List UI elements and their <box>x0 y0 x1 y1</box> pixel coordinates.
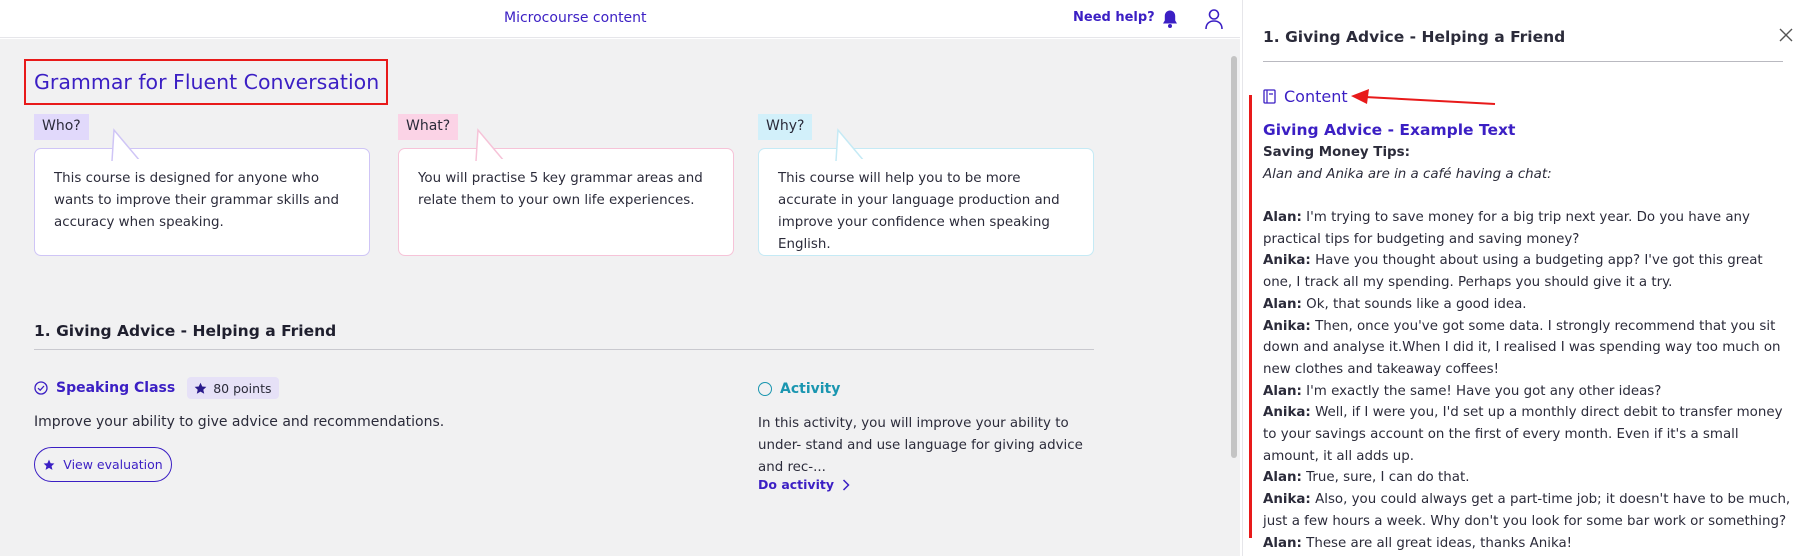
dialogue-line: Alan: Ok, that sounds like a good idea. <box>1263 294 1793 316</box>
main-scrollbar[interactable] <box>1228 48 1238 458</box>
who-card-box: This course is designed for anyone who w… <box>34 148 370 256</box>
check-circle-icon <box>34 381 48 395</box>
do-activity-label: Do activity <box>758 477 834 492</box>
speaking-class-description: Improve your ability to give advice and … <box>34 414 445 430</box>
star-icon <box>194 382 207 394</box>
content-label: Content <box>1284 87 1348 106</box>
speaker-name: Alan: <box>1263 296 1302 312</box>
why-card-text: This course will help you to be more acc… <box>778 171 1060 252</box>
microcourse-content-title: Microcourse content <box>504 10 647 26</box>
activity-link[interactable]: Activity <box>780 381 840 397</box>
content-panel: 1. Giving Advice - Helping a Friend Cont… <box>1242 0 1800 556</box>
view-evaluation-button[interactable]: View evaluation <box>34 447 172 482</box>
speaker-name: Alan: <box>1263 470 1302 486</box>
speech-pointer <box>835 128 865 162</box>
speech-pointer <box>475 128 505 162</box>
section-divider <box>34 349 1094 350</box>
why-card-box: This course will help you to be more acc… <box>758 148 1094 256</box>
dialogue-text: I'm trying to save money for a big trip … <box>1263 210 1750 247</box>
dialogue-line: Alan: I'm trying to save money for a big… <box>1263 207 1793 250</box>
who-card-text: This course is designed for anyone who w… <box>54 171 339 230</box>
dialogue-text: Have you thought about using a budgeting… <box>1263 253 1763 291</box>
what-card-box: You will practise 5 key grammar areas an… <box>398 148 734 256</box>
chevron-right-icon <box>842 478 850 491</box>
need-help-link[interactable]: Need help? <box>1073 10 1155 25</box>
speaker-name: Alan: <box>1263 535 1302 551</box>
do-activity-link[interactable]: Do activity <box>758 477 850 492</box>
dialogue-line: Anika: Also, you could always get a part… <box>1263 489 1793 532</box>
example-title: Giving Advice - Example Text <box>1263 121 1516 139</box>
speaker-name: Alan: <box>1263 383 1302 399</box>
dialogue-line: Anika: Have you thought about using a bu… <box>1263 250 1793 293</box>
dialogue-line: Anika: Well, if I were you, I'd set up a… <box>1263 402 1793 467</box>
dialogue-line: Alan: I'm exactly the same! Have you got… <box>1263 381 1793 403</box>
speech-pointer <box>111 128 141 162</box>
dialogue-line: Anika: Then, once you've got some data. … <box>1263 316 1793 381</box>
close-icon[interactable] <box>1779 28 1793 42</box>
dialogue: Alan: I'm trying to save money for a big… <box>1263 207 1793 554</box>
example-subtitle: Saving Money Tips: <box>1263 145 1410 160</box>
what-tag: What? <box>398 114 459 140</box>
course-title: Grammar for Fluent Conversation <box>24 59 388 105</box>
dialogue-text: Also, you could always get a part-time j… <box>1263 492 1791 529</box>
speaker-name: Anika: <box>1263 253 1311 269</box>
dialogue-text: These are all great ideas, thanks Anika! <box>1306 535 1573 551</box>
speaking-class-link[interactable]: Speaking Class <box>56 380 175 396</box>
dialogue-text: I'm exactly the same! Have you got any o… <box>1306 383 1662 399</box>
points-value: 80 points <box>213 380 272 396</box>
bell-icon[interactable] <box>1161 9 1179 29</box>
activity-row: Activity <box>758 379 840 399</box>
content-heading: Content <box>1263 87 1348 106</box>
panel-title: 1. Giving Advice - Helping a Friend <box>1263 28 1566 46</box>
star-icon <box>43 459 55 470</box>
book-icon <box>1263 89 1276 104</box>
dialogue-text: Ok, that sounds like a good idea. <box>1306 296 1527 312</box>
view-evaluation-label: View evaluation <box>63 457 163 472</box>
dialogue-line: Alan: True, sure, I can do that. <box>1263 467 1793 489</box>
panel-divider <box>1263 61 1783 62</box>
speaking-class-row: Speaking Class 80 points <box>34 376 279 400</box>
scrollbar-thumb[interactable] <box>1231 56 1237 458</box>
activity-description: In this activity, you will improve your … <box>758 416 1083 475</box>
points-badge: 80 points <box>187 377 279 399</box>
dialogue-text: True, sure, I can do that. <box>1306 470 1470 486</box>
speaker-name: Alan: <box>1263 210 1302 225</box>
dialogue-text: Well, if I were you, I'd set up a monthl… <box>1263 405 1783 464</box>
who-tag: Who? <box>34 114 89 140</box>
section-title: 1. Giving Advice - Helping a Friend <box>34 322 337 340</box>
example-intro: Alan and Anika are in a café having a ch… <box>1263 167 1552 182</box>
why-tag: Why? <box>758 114 813 140</box>
speaker-name: Anika: <box>1263 405 1311 421</box>
annotation-arrow <box>1351 89 1496 105</box>
annotation-vertical-line <box>1249 95 1252 538</box>
speaker-name: Anika: <box>1263 318 1311 334</box>
empty-circle-icon <box>758 382 772 396</box>
dialogue-text: Then, once you've got some data. I stron… <box>1263 318 1781 377</box>
user-icon[interactable] <box>1204 8 1224 30</box>
what-card-text: You will practise 5 key grammar areas an… <box>418 171 703 208</box>
speaker-name: Anika: <box>1263 492 1311 508</box>
top-bar: Microcourse content Need help? <box>0 0 1240 38</box>
dialogue-line: Alan: These are all great ideas, thanks … <box>1263 533 1793 555</box>
